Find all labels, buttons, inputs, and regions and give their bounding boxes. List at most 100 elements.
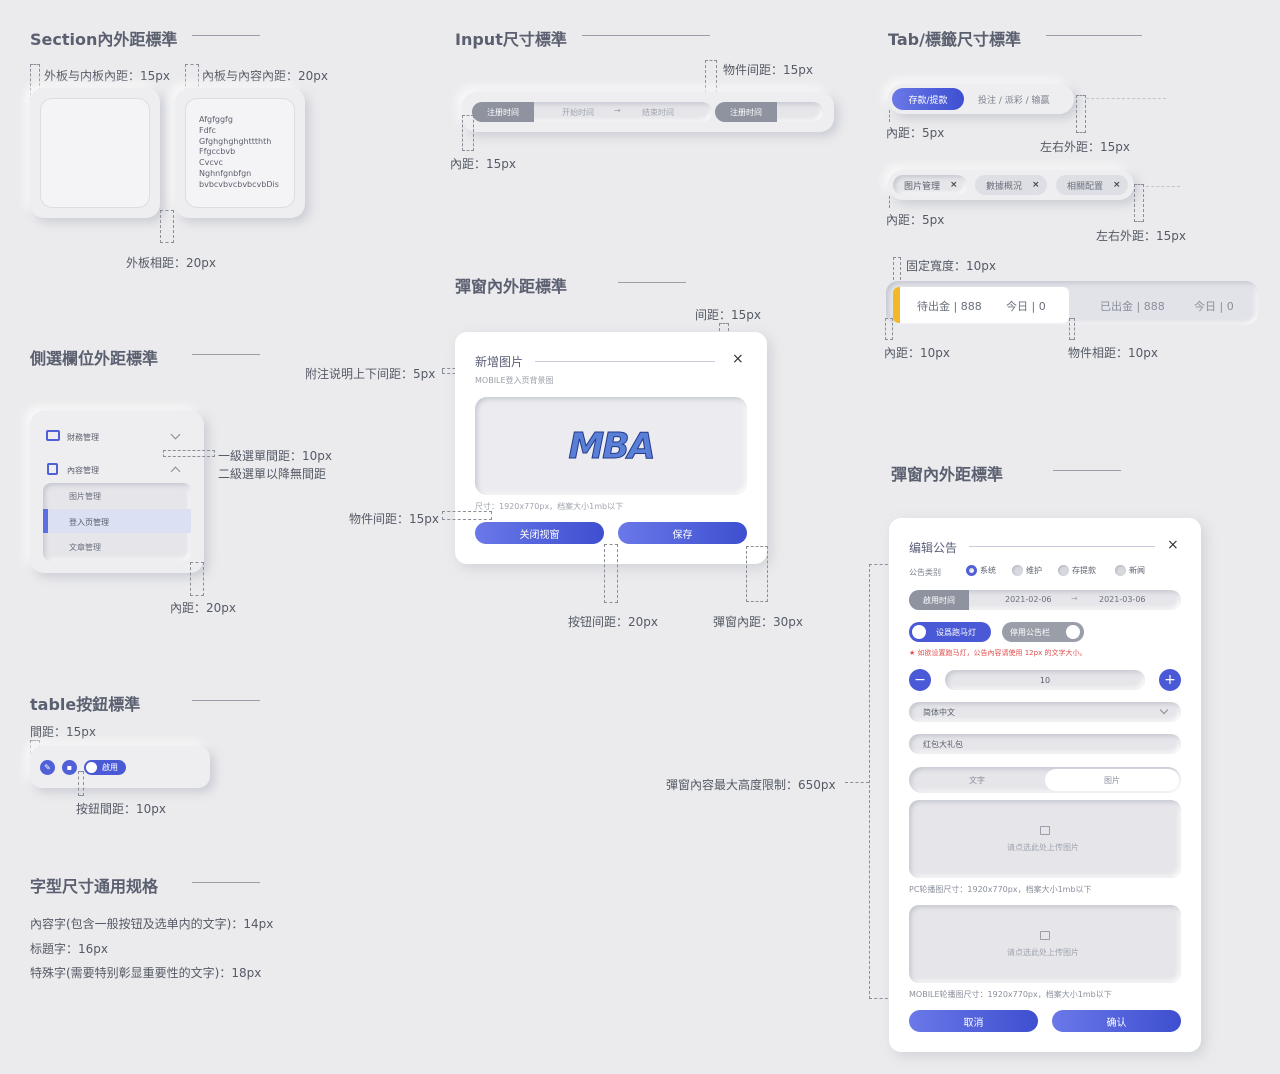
sidebar-item-content[interactable]: 內容管理 — [67, 465, 99, 476]
image-icon — [1040, 931, 1050, 940]
note-sidebar-padding: 內距：20px — [170, 601, 236, 615]
minus-icon[interactable]: − — [909, 669, 931, 691]
trash-icon[interactable]: ▪ — [62, 760, 77, 775]
edit-icon[interactable]: ✎ — [40, 760, 55, 775]
submenu-item[interactable]: 图片管理 — [69, 491, 101, 502]
note-max-height: 彈窗內容最大高度限制：650px — [666, 778, 836, 792]
title-divider — [1046, 35, 1142, 36]
marquee-warning: ★ 如欲设置跑马灯，公告內容请使用 12px 的文字大小。 — [909, 649, 1087, 657]
toggle-knob — [86, 762, 97, 773]
tag-group: 图片管理 × 數據概況 × 相關配置 × — [888, 170, 1134, 200]
save-button[interactable]: 保存 — [618, 522, 747, 544]
radio-news[interactable]: 新闻 — [1115, 565, 1145, 576]
language-select[interactable]: 简体中文 — [909, 702, 1181, 722]
title-divider — [618, 282, 686, 283]
note-level2-gap: 二級選單以降無間距 — [218, 467, 327, 481]
close-window-button[interactable]: 关闭视窗 — [475, 522, 604, 544]
note-button-gap: 按鈕間距：10px — [76, 802, 166, 816]
date-range-input[interactable]: 注册时间 开始时间 → 结束时间 — [472, 102, 712, 122]
enable-toggle[interactable]: 啟用 — [84, 760, 126, 775]
radio-dot — [1115, 565, 1126, 576]
submenu-item[interactable]: 文章管理 — [69, 542, 101, 553]
start-date-field[interactable]: 开始时间 — [562, 107, 594, 118]
marquee-toggle[interactable]: 设爲跑马灯 — [909, 622, 991, 642]
segment-image[interactable]: 图片 — [1045, 769, 1179, 791]
dimension-marker — [1134, 184, 1144, 222]
note-tag-margin: 左右外距：15px — [1096, 229, 1186, 243]
note-inner-content-padding: 內板与內容內距：20px — [202, 69, 328, 83]
tag-item[interactable]: 图片管理 × — [893, 175, 967, 195]
submenu-item-active[interactable]: 登入页管理 — [43, 509, 191, 533]
date-range-input[interactable]: 啟用时间 2021-02-06 → 2021-03-06 — [909, 590, 1181, 610]
stat-label[interactable]: 已出金 | 888 — [1100, 298, 1165, 314]
content-line: Nghnfgnbfgn — [199, 168, 252, 178]
plus-icon[interactable]: + — [1159, 669, 1181, 691]
disable-board-toggle[interactable]: 停用公告栏 — [1002, 622, 1084, 642]
submenu: 图片管理 登入页管理 文章管理 — [43, 483, 191, 561]
image-preview[interactable]: MBA — [475, 397, 747, 495]
outer-panel — [30, 88, 160, 218]
stat-today: 今日 | 0 — [1194, 300, 1234, 313]
tab-bet-payout[interactable]: 投注 / 派彩 / 输赢 — [978, 93, 1050, 106]
radio-dot — [1012, 565, 1023, 576]
chevron-up-icon[interactable] — [170, 466, 181, 477]
end-date-field[interactable]: 结束时间 — [642, 107, 674, 118]
dimension-marker — [746, 546, 768, 602]
start-date-field[interactable]: 2021-02-06 — [1005, 595, 1052, 604]
select-value: 简体中文 — [923, 708, 955, 717]
font-spec-title: 字型尺寸通用规格 — [30, 877, 159, 896]
tag-item[interactable]: 數據概況 × — [975, 175, 1047, 195]
close-icon[interactable]: × — [732, 351, 744, 367]
close-icon[interactable]: × — [1032, 180, 1040, 190]
pc-upload-area[interactable]: 请点选此处上传图片 — [909, 800, 1181, 878]
inner-panel: Afgfggfg Fdfc Gfghghghghttthth Ffgccbvb … — [185, 98, 295, 208]
input-spec-title: Input尺寸標準 — [455, 30, 567, 49]
confirm-button[interactable]: 确认 — [1052, 1010, 1181, 1032]
font-spec-body: 內容字(包含一般按钮及选单内的文字)：14px — [30, 917, 274, 931]
radio-dot — [966, 565, 977, 576]
radio-system[interactable]: 系统 — [966, 565, 996, 576]
close-icon[interactable]: × — [1113, 180, 1121, 190]
toggle-label: 设爲跑马灯 — [936, 628, 976, 637]
image-icon — [1040, 826, 1050, 835]
quantity-stepper-input[interactable]: 10 — [945, 670, 1145, 690]
arrow-right-icon: → — [1071, 594, 1078, 603]
note-card-padding: 內距：10px — [884, 346, 950, 360]
close-icon[interactable]: × — [1167, 537, 1179, 553]
title-input[interactable]: 红包大礼包 — [909, 734, 1181, 754]
modal-title: 新增图片 — [475, 355, 524, 369]
tab-deposit-withdraw[interactable]: 存款/提款 — [892, 88, 964, 110]
segment-text[interactable]: 文字 — [909, 767, 1045, 793]
dimension-marker — [1069, 318, 1075, 340]
add-image-modal: 新增图片 × MOBILE登入页背景图 MBA 尺寸：1920x770px，档案… — [455, 332, 767, 564]
text-input[interactable]: 注册时间 — [715, 102, 823, 122]
note-input-padding: 內距：15px — [450, 157, 516, 171]
content-line: Afgfggfg — [199, 115, 233, 124]
close-icon[interactable]: × — [950, 180, 958, 190]
stat-card-active[interactable]: 待出金 | 888 今日 | 0 — [893, 287, 1069, 323]
mobile-upload-area[interactable]: 请点选此处上传图片 — [909, 905, 1181, 983]
wallet-icon — [46, 430, 60, 441]
note-fixed-width: 固定寬度：10px — [906, 259, 996, 273]
dimension-marker — [885, 318, 893, 340]
toggle-label: 啟用 — [102, 763, 118, 772]
sidebar-item-finance[interactable]: 財務管理 — [67, 432, 99, 443]
dimension-marker — [462, 115, 474, 151]
radio-deposit[interactable]: 存提款 — [1058, 565, 1096, 576]
tab-group: 存款/提款 投注 / 派彩 / 输赢 — [888, 84, 1074, 114]
chevron-down-icon[interactable] — [170, 429, 181, 440]
title-divider — [192, 354, 260, 355]
note-caption-gap: 附注说明上下间距：5px — [305, 367, 436, 381]
end-date-field[interactable]: 2021-03-06 — [1099, 595, 1146, 604]
note-top-gap: 间距：15px — [695, 308, 761, 322]
radio-maintenance[interactable]: 维护 — [1012, 565, 1042, 576]
submenu-label: 登入页管理 — [69, 518, 109, 527]
dimension-marker — [889, 196, 890, 208]
radio-label: 新闻 — [1129, 566, 1145, 575]
modal-title: 编辑公告 — [909, 541, 958, 555]
pc-caption: PC轮播图尺寸：1920x770px，档案大小1mb以下 — [909, 885, 1092, 894]
cancel-button[interactable]: 取消 — [909, 1010, 1038, 1032]
note-item-gap: 物件间距：15px — [349, 512, 439, 526]
tag-label: 相關配置 — [1067, 181, 1104, 192]
tag-item[interactable]: 相關配置 × — [1056, 175, 1128, 195]
